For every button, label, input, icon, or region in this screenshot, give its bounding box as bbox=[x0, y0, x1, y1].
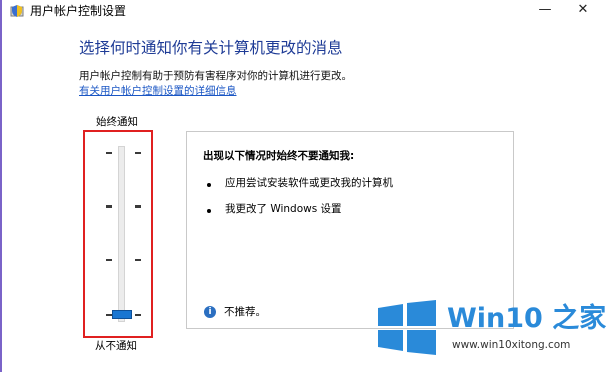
info-icon: i bbox=[204, 306, 216, 318]
notification-slider-thumb[interactable] bbox=[112, 310, 132, 319]
windows-logo-icon bbox=[378, 300, 436, 355]
page-heading: 选择何时通知你有关计算机更改的消息 bbox=[79, 39, 343, 57]
bullet-icon bbox=[207, 209, 211, 213]
slider-tick bbox=[106, 152, 112, 154]
notification-slider-track[interactable] bbox=[118, 146, 125, 322]
watermark-url: www.win10xitong.com bbox=[452, 339, 571, 351]
slider-tick bbox=[106, 259, 112, 261]
slider-top-label: 始终通知 bbox=[96, 116, 138, 128]
title-bar: 用户帐户控制设置 bbox=[2, 0, 606, 22]
panel-list-item: 应用尝试安装软件或更改我的计算机 bbox=[225, 177, 393, 189]
uac-info-link[interactable]: 有关用户帐户控制设置的详细信息 bbox=[79, 85, 237, 98]
close-button[interactable]: ✕ bbox=[566, 0, 600, 22]
uac-shield-icon bbox=[10, 5, 24, 17]
slider-tick bbox=[106, 205, 112, 208]
window-border bbox=[0, 0, 2, 372]
slider-tick bbox=[135, 314, 141, 316]
slider-bottom-label: 从不通知 bbox=[95, 340, 137, 352]
info-text: 不推荐。 bbox=[224, 306, 266, 318]
slider-tick bbox=[135, 205, 141, 208]
panel-list-item: 我更改了 Windows 设置 bbox=[225, 203, 342, 215]
page-description: 用户帐户控制有助于预防有害程序对你的计算机进行更改。 bbox=[79, 70, 352, 82]
window-title: 用户帐户控制设置 bbox=[30, 4, 127, 18]
panel-title: 出现以下情况时始终不要通知我: bbox=[203, 150, 355, 162]
bullet-icon bbox=[207, 183, 211, 187]
slider-tick bbox=[135, 152, 141, 154]
slider-tick bbox=[135, 259, 141, 261]
minimize-button[interactable]: — bbox=[528, 0, 562, 22]
watermark-title: Win10 之家 bbox=[447, 303, 606, 334]
